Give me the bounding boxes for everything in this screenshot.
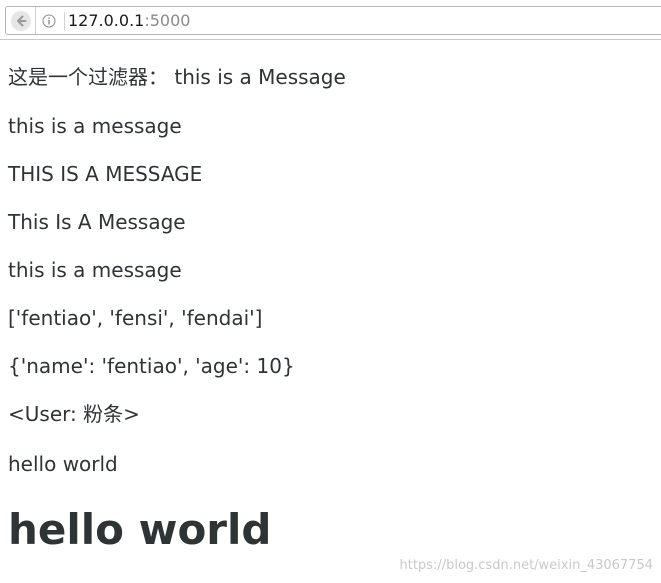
url-port: :5000 — [144, 11, 191, 30]
filter-intro-text: 这是一个过滤器： this is a Message — [8, 65, 346, 89]
user-object-text: <User: 粉条> — [8, 402, 140, 426]
address-bar[interactable]: 127.0.0.1:5000 — [5, 6, 661, 35]
back-button[interactable] — [6, 7, 36, 34]
url-text[interactable]: 127.0.0.1:5000 — [68, 10, 190, 32]
url-separator — [64, 12, 65, 30]
title-text: This Is A Message — [8, 210, 186, 234]
hello-world-plain: hello world — [8, 452, 118, 476]
back-arrow-icon — [10, 10, 31, 31]
lower-text: this is a message — [8, 114, 182, 138]
dict-text: {'name': 'fentiao', 'age': 10} — [8, 354, 295, 378]
browser-toolbar: 127.0.0.1:5000 — [0, 0, 661, 40]
watermark: https://blog.csdn.net/weixin_43067754 — [399, 558, 653, 573]
capitalize-text: this is a message — [8, 258, 182, 282]
hello-world-heading: hello world — [8, 505, 272, 554]
list-text: ['fentiao', 'fensi', 'fendai'] — [8, 306, 263, 330]
url-host: 127.0.0.1 — [68, 11, 145, 30]
upper-text: THIS IS A MESSAGE — [8, 162, 203, 186]
site-info-icon[interactable] — [42, 13, 56, 28]
